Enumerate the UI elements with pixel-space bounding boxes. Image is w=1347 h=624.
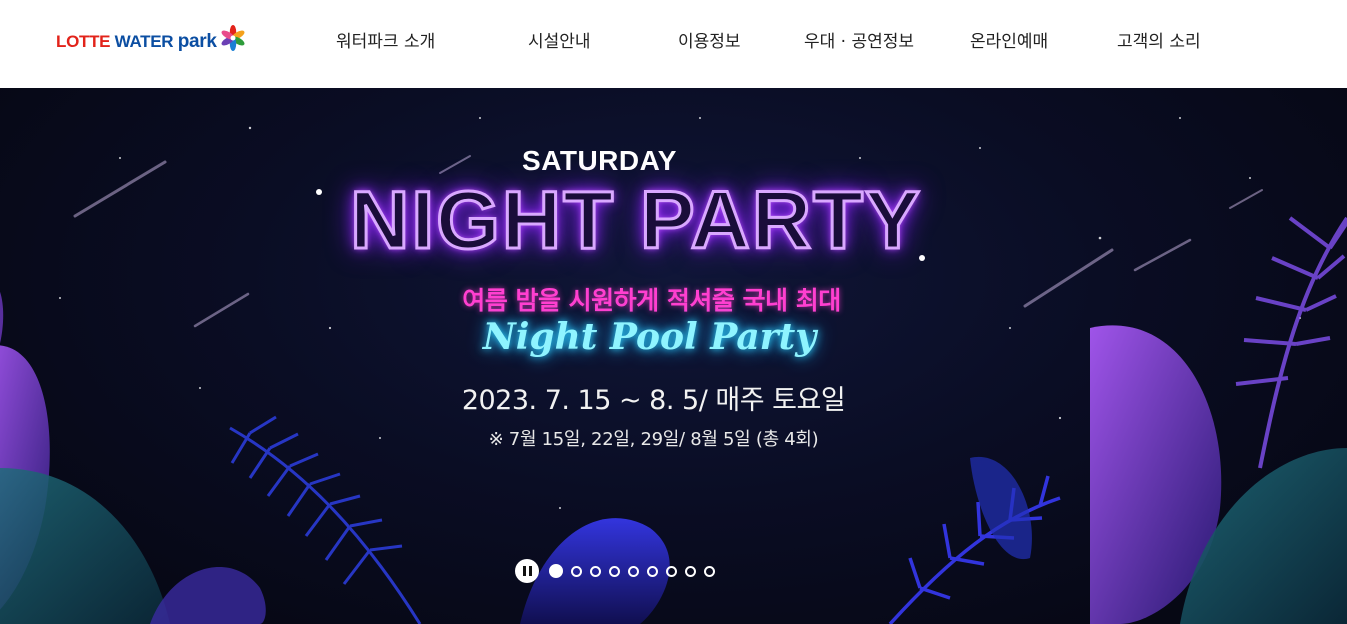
nav-item-online-booking[interactable]: 온라인예매 xyxy=(970,27,1048,52)
nav-item-usage-info[interactable]: 이용정보 xyxy=(678,27,741,52)
slider-dots xyxy=(549,564,723,578)
slider-dot-9[interactable] xyxy=(704,565,715,577)
pause-button[interactable] xyxy=(515,559,539,583)
nav-item-benefits-shows[interactable]: 우대 · 공연정보 xyxy=(804,27,914,52)
banner-eyebrow: SATURDAY xyxy=(522,145,677,176)
site-header: LOTTE WATER park 워터파크 소개 시설안내 이용정보 우대 · … xyxy=(0,0,1347,88)
hero-banner[interactable]: SATURDAY NIGHT PARTY 여름 밤을 시원하게 적셔줄 국내 최… xyxy=(0,88,1347,624)
slider-dot-5[interactable] xyxy=(628,565,639,577)
slider-pagination xyxy=(515,558,723,584)
slider-dot-3[interactable] xyxy=(590,565,601,577)
pause-icon-bar xyxy=(522,566,526,576)
slider-dot-2[interactable] xyxy=(571,565,582,577)
main-nav: 워터파크 소개 시설안내 이용정보 우대 · 공연정보 온라인예매 고객의 소리 xyxy=(0,27,1347,52)
pause-icon-bar xyxy=(528,566,532,576)
banner-date: 2023. 7. 15 ~ 8. 5/ 매주 토요일 xyxy=(461,385,846,416)
banner-note: ※ 7월 15일, 22일, 29일/ 8월 5일 (총 4회) xyxy=(488,429,819,450)
slider-dot-1[interactable] xyxy=(549,564,563,578)
slider-dot-7[interactable] xyxy=(666,565,677,577)
banner-tagline-korean: 여름 밤을 시원하게 적셔줄 국내 최대 xyxy=(462,286,841,315)
nav-item-facilities[interactable]: 시설안내 xyxy=(528,27,591,52)
slider-dot-4[interactable] xyxy=(609,565,620,577)
nav-item-customer-voice[interactable]: 고객의 소리 xyxy=(1117,27,1201,52)
nav-item-about[interactable]: 워터파크 소개 xyxy=(336,27,435,52)
banner-tagline-english: Night Pool Party xyxy=(482,316,817,358)
slider-dot-6[interactable] xyxy=(647,565,658,577)
slider-dot-8[interactable] xyxy=(685,565,696,577)
banner-headline: NIGHT PARTY xyxy=(349,175,922,266)
